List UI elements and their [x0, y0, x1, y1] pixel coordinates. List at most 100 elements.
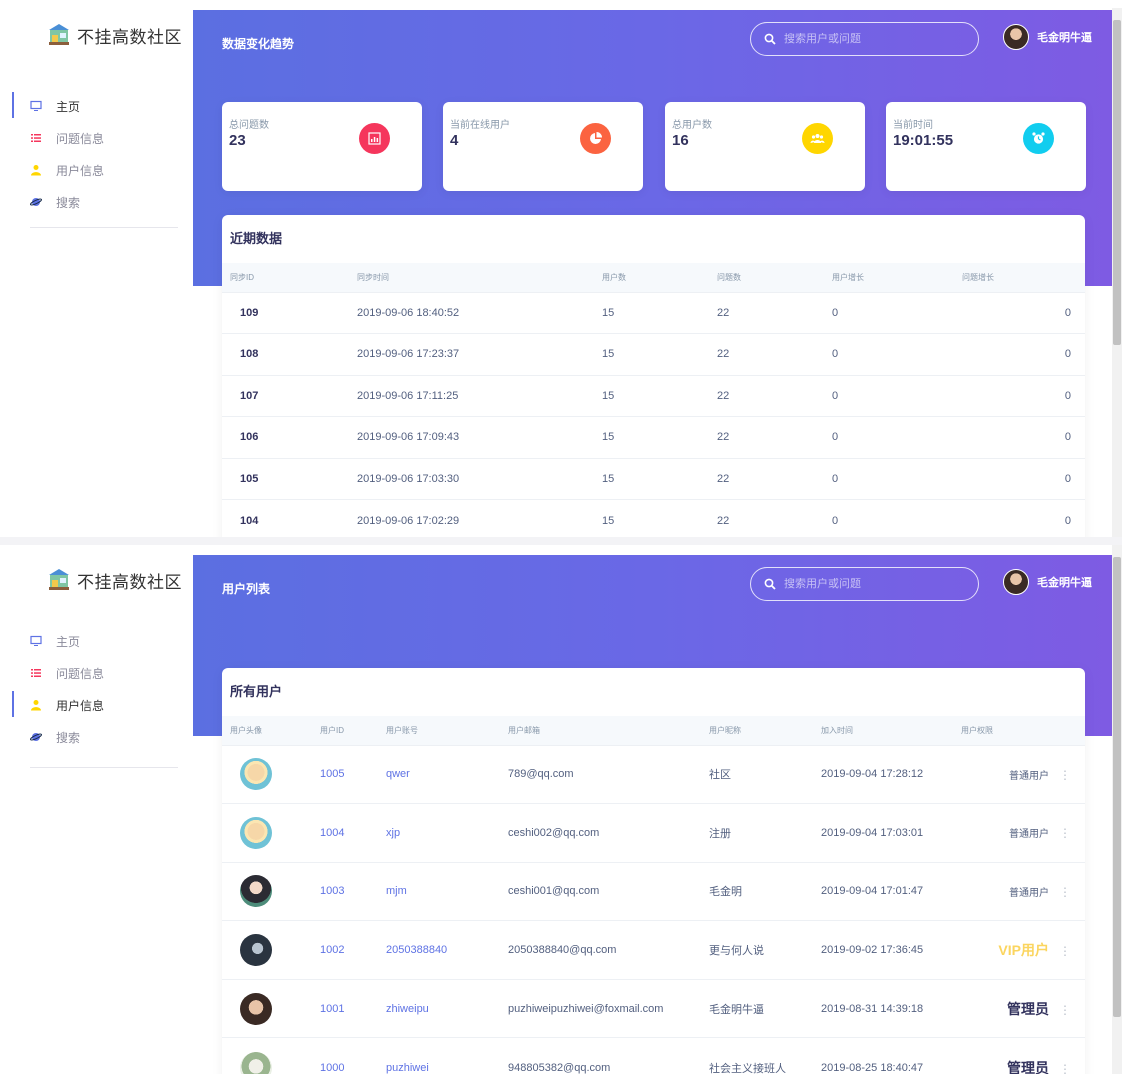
user-account-link[interactable]: mjm [386, 861, 508, 921]
user-account-link[interactable]: qwer [386, 744, 508, 804]
user-id: 1005 [320, 744, 386, 804]
sidebar-item-questions[interactable]: 问题信息 [0, 122, 180, 154]
username: 毛金明牛逼 [1037, 577, 1092, 589]
user-account-link[interactable]: xjp [386, 803, 508, 863]
column-header: 用户邮箱 [508, 725, 540, 735]
sync-time: 2019-09-06 17:02:29 [357, 499, 602, 537]
join-time: 2019-08-31 14:39:18 [821, 978, 961, 1038]
sync-time: 2019-09-06 17:23:37 [357, 333, 602, 375]
scrollbar-thumb[interactable] [1113, 20, 1121, 345]
table-row: 1005 qwer 789@qq.com 社区 2019-09-04 17:28… [222, 744, 1085, 804]
sync-id: 107 [222, 374, 357, 417]
stat-card-current-time: 当前时间 19:01:55 [886, 102, 1086, 191]
user-growth: 0 [832, 291, 962, 334]
avatar [240, 816, 272, 849]
card-title: 近期数据 [230, 231, 283, 246]
table-row: 106 2019-09-06 17:09:43 15 22 0 0 [222, 416, 1085, 458]
search-planet-icon [30, 196, 42, 208]
user-email: puzhiweipuzhiwei@foxmail.com [508, 978, 709, 1038]
user-growth: 0 [832, 416, 962, 458]
sidebar-item-search[interactable]: 搜索 [0, 721, 180, 753]
user-icon [30, 699, 42, 711]
user-menu[interactable]: 毛金明牛逼 [1003, 569, 1092, 595]
more-vertical-icon[interactable]: ⋮ [1059, 1062, 1071, 1074]
sync-id: 106 [222, 416, 357, 458]
search-box[interactable] [750, 567, 979, 601]
table-row: 1001 zhiweipu puzhiweipuzhiwei@foxmail.c… [222, 978, 1085, 1038]
search-input[interactable] [784, 578, 964, 590]
stat-value: 23 [229, 132, 246, 149]
user-count: 15 [602, 374, 717, 417]
role-badge: 普通用户 [1009, 770, 1049, 782]
dashboard-panel: 不挂高数社区 主页 问题信息 用户信息 搜索 数据变化趋势 搜索用户或问题 毛金… [0, 0, 1122, 537]
user-id: 1001 [320, 978, 386, 1038]
sidebar-item-label: 搜索 [56, 195, 81, 210]
sync-id: 105 [222, 457, 357, 500]
question-growth: 0 [962, 457, 1085, 500]
user-email: ceshi001@qq.com [508, 861, 709, 921]
sidebar-item-label: 用户信息 [56, 163, 105, 178]
column-header: 加入时间 [821, 725, 853, 735]
column-header: 问题数 [717, 272, 741, 282]
more-vertical-icon[interactable]: ⋮ [1059, 944, 1071, 958]
user-id: 1002 [320, 920, 386, 980]
user-account-link[interactable]: zhiweipu [386, 978, 508, 1038]
sidebar-item-label: 搜索 [56, 730, 81, 745]
user-nickname: 社区 [709, 744, 821, 804]
join-time: 2019-09-04 17:01:47 [821, 861, 961, 921]
table-row: 109 2019-09-06 18:40:52 15 22 0 0 [222, 291, 1085, 334]
sidebar-item-search[interactable]: 搜索 [0, 186, 180, 218]
stat-value: 4 [450, 132, 459, 149]
user-nickname: 毛金明牛逼 [709, 978, 821, 1038]
user-count: 15 [602, 457, 717, 500]
search-input[interactable] [784, 33, 964, 45]
brand[interactable]: 不挂高数社区 [47, 567, 182, 593]
sync-id: 104 [222, 499, 357, 537]
sidebar-item-home[interactable]: 主页 [0, 625, 180, 657]
sidebar-item-questions[interactable]: 问题信息 [0, 657, 180, 689]
user-email: 948805382@qq.com [508, 1037, 709, 1074]
more-vertical-icon[interactable]: ⋮ [1059, 768, 1071, 782]
sidebar-item-label: 用户信息 [56, 698, 105, 713]
table-row: 108 2019-09-06 17:23:37 15 22 0 0 [222, 333, 1085, 375]
user-nickname: 社会主义接班人 [709, 1037, 821, 1074]
user-email: 2050388840@qq.com [508, 920, 709, 980]
question-growth: 0 [962, 333, 1085, 375]
sync-id: 109 [222, 291, 357, 334]
scrollbar[interactable] [1112, 545, 1122, 1074]
sync-time: 2019-09-06 18:40:52 [357, 291, 602, 334]
logo-icon [49, 24, 69, 45]
more-vertical-icon[interactable]: ⋮ [1059, 1003, 1071, 1017]
sync-id: 108 [222, 333, 357, 375]
stat-label: 当前时间 [893, 120, 933, 131]
scrollbar-thumb[interactable] [1113, 557, 1121, 1017]
sidebar-item-users[interactable]: 用户信息 [0, 689, 180, 721]
more-vertical-icon[interactable]: ⋮ [1059, 885, 1071, 899]
username: 毛金明牛逼 [1037, 32, 1092, 44]
stat-value: 19:01:55 [893, 132, 954, 149]
sidebar-nav: 主页 问题信息 用户信息 搜索 [0, 90, 180, 218]
nav-divider [30, 227, 178, 228]
more-vertical-icon[interactable]: ⋮ [1059, 826, 1071, 840]
column-header: 同步时间 [357, 272, 389, 282]
table-row: 105 2019-09-06 17:03:30 15 22 0 0 [222, 457, 1085, 500]
search-box[interactable] [750, 22, 979, 56]
question-count: 22 [717, 457, 832, 500]
user-account-link[interactable]: 2050388840 [386, 920, 508, 980]
user-count: 15 [602, 333, 717, 375]
user-growth: 0 [832, 499, 962, 537]
chart-pie-icon [580, 123, 611, 154]
user-nickname: 更与何人说 [709, 920, 821, 980]
user-menu[interactable]: 毛金明牛逼 [1003, 24, 1092, 50]
scrollbar[interactable] [1112, 8, 1122, 537]
user-email: ceshi002@qq.com [508, 803, 709, 863]
sidebar-item-users[interactable]: 用户信息 [0, 154, 180, 186]
question-count: 22 [717, 374, 832, 417]
sidebar-nav: 主页 问题信息 用户信息 搜索 [0, 625, 180, 753]
brand[interactable]: 不挂高数社区 [47, 22, 182, 48]
user-account-link[interactable]: puzhiwei [386, 1037, 508, 1074]
table-row: 104 2019-09-06 17:02:29 15 22 0 0 [222, 499, 1085, 537]
table-row: 1002 2050388840 2050388840@qq.com 更与何人说 … [222, 920, 1085, 980]
sidebar-item-home[interactable]: 主页 [0, 90, 180, 122]
user-id: 1003 [320, 861, 386, 921]
